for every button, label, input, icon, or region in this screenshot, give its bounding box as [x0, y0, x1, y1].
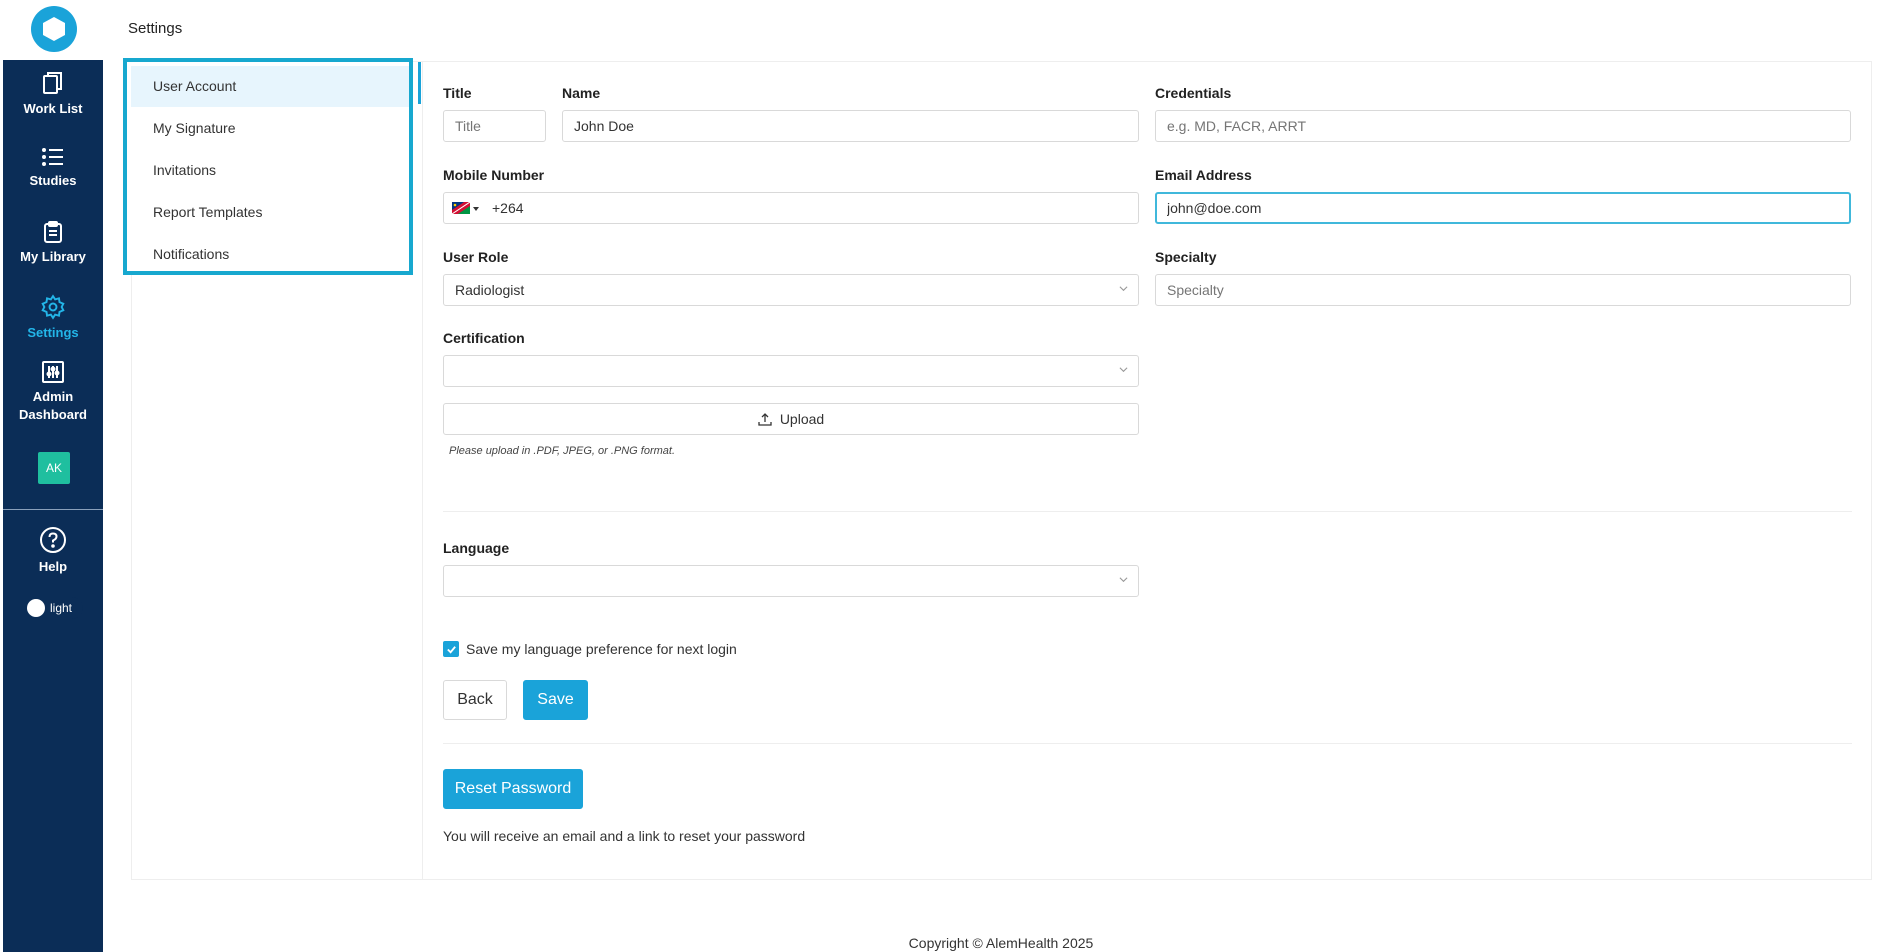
language-label: Language	[443, 540, 510, 556]
save-language-label[interactable]: Save my language preference for next log…	[466, 641, 737, 657]
theme-toggle-label: light	[50, 601, 73, 615]
clipboard-icon	[44, 221, 62, 243]
sliders-icon	[42, 361, 64, 383]
menu-item-my-signature[interactable]: My Signature	[131, 108, 409, 149]
chevron-down-icon	[1119, 286, 1128, 292]
nav-my-library-label: My Library	[20, 249, 86, 264]
settings-menu: User Account My Signature Invitations Re…	[123, 58, 413, 275]
nav-help[interactable]: Help	[3, 526, 103, 576]
certification-select[interactable]	[443, 355, 1139, 387]
gear-icon	[41, 294, 65, 320]
app-sidebar: Work List Studies My Library Settings Ad…	[3, 0, 103, 952]
nav-my-library[interactable]: My Library	[3, 220, 103, 266]
email-label: Email Address	[1155, 167, 1252, 183]
mobile-value: +264	[492, 200, 524, 216]
back-button[interactable]: Back	[443, 680, 507, 720]
nav-help-label: Help	[38, 559, 68, 574]
page-title: Settings	[128, 20, 183, 37]
menu-item-report-templates[interactable]: Report Templates	[131, 192, 409, 233]
email-input[interactable]	[1155, 192, 1851, 224]
user-avatar[interactable]: AK	[38, 452, 70, 484]
nav-admin-dashboard[interactable]: Admin Dashboard	[3, 360, 103, 424]
credentials-label: Credentials	[1155, 85, 1232, 101]
reset-password-button[interactable]: Reset Password	[443, 769, 583, 809]
app-logo[interactable]	[31, 6, 77, 52]
menu-item-notifications[interactable]: Notifications	[131, 234, 409, 275]
language-select[interactable]	[443, 565, 1139, 597]
list-icon	[42, 148, 63, 166]
user-role-select[interactable]: Radiologist	[443, 274, 1139, 306]
menu-item-user-account[interactable]: User Account	[131, 66, 409, 107]
country-caret-icon[interactable]	[473, 207, 479, 211]
title-input[interactable]	[443, 110, 546, 142]
name-label: Name	[562, 85, 601, 101]
help-icon	[40, 527, 66, 553]
nav-admin-dashboard-label: Admin Dashboard	[19, 389, 87, 422]
upload-icon	[758, 413, 772, 426]
nav-studies[interactable]: Studies	[3, 146, 103, 190]
sidebar-divider	[3, 509, 103, 510]
check-icon	[446, 645, 456, 654]
user-role-value: Radiologist	[455, 282, 525, 298]
logo-area	[3, 0, 103, 60]
nav-settings[interactable]: Settings	[3, 294, 103, 342]
name-input[interactable]	[562, 110, 1139, 142]
menu-item-invitations[interactable]: Invitations	[131, 150, 409, 191]
save-button[interactable]: Save	[523, 680, 588, 720]
chevron-down-icon	[1119, 577, 1128, 583]
hexagon-logo-icon	[43, 17, 65, 41]
upload-hint: Please upload in .PDF, JPEG, or .PNG for…	[449, 445, 676, 457]
reset-password-note: You will receive an email and a link to …	[443, 828, 806, 844]
footer-copyright: Copyright © AlemHealth 2025	[908, 935, 1094, 951]
specialty-input[interactable]	[1155, 274, 1851, 306]
nav-settings-label: Settings	[27, 325, 79, 340]
user-role-label: User Role	[443, 249, 509, 265]
active-section-marker	[418, 62, 421, 104]
certification-label: Certification	[443, 330, 525, 346]
section-divider	[443, 511, 1852, 512]
chevron-down-icon	[1119, 367, 1128, 373]
mobile-input[interactable]: +264	[443, 192, 1139, 224]
nav-work-list[interactable]: Work List	[3, 70, 103, 118]
namibia-flag-icon[interactable]	[452, 202, 470, 214]
section-divider	[443, 743, 1852, 744]
theme-toggle[interactable]: light	[25, 597, 83, 619]
toggle-knob	[27, 599, 45, 617]
nav-work-list-label: Work List	[23, 101, 83, 116]
mobile-label: Mobile Number	[443, 167, 545, 183]
menu-divider	[422, 62, 423, 879]
copy-icon	[43, 72, 62, 94]
credentials-input[interactable]	[1155, 110, 1851, 142]
specialty-label: Specialty	[1155, 249, 1217, 265]
nav-studies-label: Studies	[29, 173, 77, 188]
save-language-checkbox[interactable]	[443, 641, 459, 657]
upload-button[interactable]: Upload	[443, 403, 1139, 435]
title-label: Title	[443, 85, 472, 101]
upload-label: Upload	[779, 411, 825, 427]
